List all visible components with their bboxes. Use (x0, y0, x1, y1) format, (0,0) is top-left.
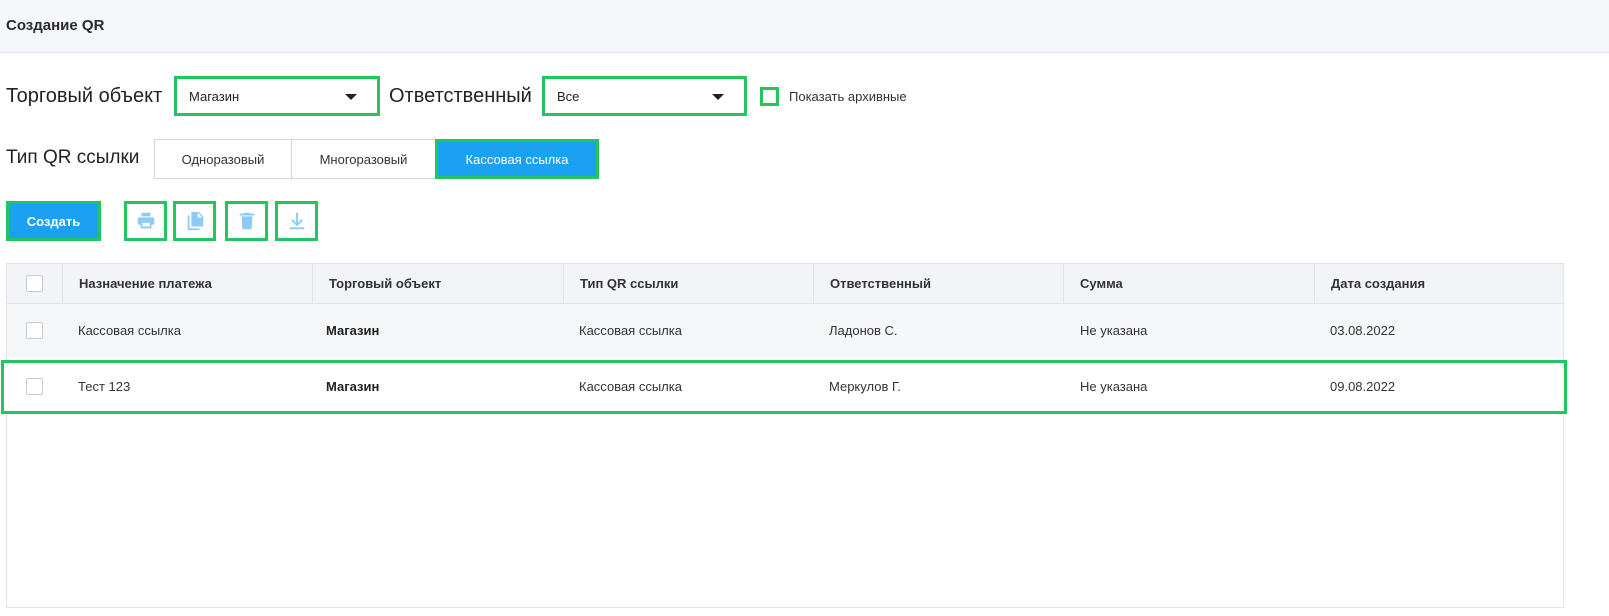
download-button[interactable] (275, 201, 318, 241)
cell-trade-object: Магазин (326, 379, 380, 394)
chevron-down-icon (345, 94, 357, 100)
col-qr-type[interactable]: Тип QR ссылки (563, 264, 814, 304)
row-checkbox[interactable] (26, 322, 43, 339)
cell-responsible: Меркулов Г. (829, 379, 902, 394)
print-icon (137, 212, 154, 229)
cell-responsible: Ладонов С. (829, 323, 898, 338)
table-header: Назначение платежа Торговый объект Тип Q… (7, 264, 1563, 304)
select-all-checkbox[interactable] (26, 275, 43, 292)
chevron-down-icon (712, 94, 724, 100)
col-payment-purpose[interactable]: Назначение платежа (62, 264, 313, 304)
copy-icon (187, 211, 203, 231)
cell-payment-purpose: Кассовая ссылка (78, 323, 181, 338)
show-archived-label: Показать архивные (789, 89, 907, 104)
page-title: Создание QR (6, 17, 105, 34)
cell-amount: Не указана (1080, 323, 1148, 338)
col-responsible[interactable]: Ответственный (813, 264, 1064, 304)
col-amount[interactable]: Сумма (1063, 264, 1314, 304)
col-created-date[interactable]: Дата создания (1314, 264, 1564, 304)
print-button[interactable] (124, 201, 167, 241)
delete-button[interactable] (225, 201, 268, 241)
tab-single-use[interactable]: Одноразовый (154, 139, 292, 179)
qr-type-label: Тип QR ссылки (6, 147, 140, 168)
cell-qr-type: Кассовая ссылка (579, 379, 682, 394)
table-row[interactable]: Кассовая ссылка Магазин Кассовая ссылка … (7, 304, 1563, 358)
delete-icon (239, 212, 254, 230)
responsible-label: Ответственный (389, 85, 532, 107)
cell-created-date: 03.08.2022 (1330, 323, 1396, 338)
col-trade-object[interactable]: Торговый объект (312, 264, 563, 304)
trade-object-value: Магазин (189, 89, 240, 104)
qr-table: Назначение платежа Торговый объект Тип Q… (1, 263, 1567, 608)
table-row[interactable]: Тест 123 Магазин Кассовая ссылка Меркуло… (1, 360, 1567, 414)
show-archived-checkbox[interactable] (760, 87, 779, 106)
responsible-select[interactable]: Все (542, 76, 747, 116)
cell-created-date: 09.08.2022 (1330, 379, 1396, 394)
row-checkbox[interactable] (26, 378, 43, 395)
cell-amount: Не указана (1080, 379, 1148, 394)
cell-payment-purpose: Тест 123 (78, 379, 131, 394)
copy-button[interactable] (173, 201, 216, 241)
top-bar: Создание QR (0, 0, 1609, 53)
cell-trade-object: Магазин (326, 323, 380, 338)
download-icon (289, 212, 304, 230)
cell-qr-type: Кассовая ссылка (579, 323, 682, 338)
create-button[interactable]: Создать (6, 201, 101, 241)
responsible-value: Все (557, 89, 580, 104)
tab-multi-use[interactable]: Многоразовый (291, 139, 436, 179)
trade-object-label: Торговый объект (6, 85, 163, 107)
header-select-cell (7, 264, 62, 304)
trade-object-select[interactable]: Магазин (174, 76, 380, 116)
tab-cash-link[interactable]: Кассовая ссылка (435, 139, 599, 179)
